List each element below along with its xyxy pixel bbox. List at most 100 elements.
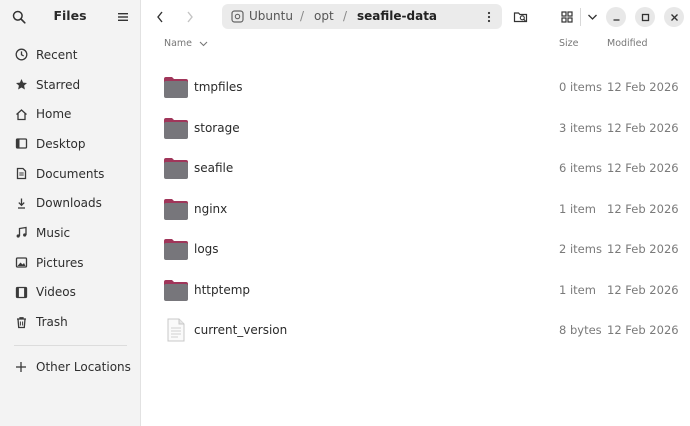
folder-icon	[164, 198, 188, 220]
desktop-icon	[14, 137, 28, 151]
file-modified: 12 Feb 2026	[607, 242, 679, 256]
file-name: current_version	[194, 323, 288, 337]
path-segment-ubuntu[interactable]: Ubuntu	[249, 9, 293, 23]
close-button[interactable]	[664, 7, 684, 27]
file-size: 8 bytes	[559, 323, 602, 337]
clock-icon	[14, 48, 28, 62]
file-size: 1 item	[559, 282, 596, 297]
text-file-icon	[167, 318, 185, 342]
file-size: 2 items	[559, 242, 602, 256]
star-icon	[14, 78, 28, 92]
grid-view-icon	[561, 11, 573, 23]
file-row[interactable]: storage 3 items 12 Feb 2026	[141, 108, 690, 148]
file-row[interactable]: httptemp 1 item 12 Feb 2026	[141, 270, 690, 310]
documents-icon	[14, 167, 28, 181]
sort-down-icon	[199, 41, 208, 46]
file-row[interactable]: tmpfiles 0 items 12 Feb 2026	[141, 67, 690, 107]
file-size: 1 item	[559, 201, 596, 216]
music-icon	[14, 226, 28, 240]
path-bar[interactable]: Ubuntu / opt / seafile-data	[222, 4, 502, 29]
path-segment-opt[interactable]: opt	[314, 9, 334, 23]
sidebar-item-recent[interactable]: Recent	[6, 40, 135, 70]
file-modified: 12 Feb 2026	[607, 282, 679, 297]
file-name: httptemp	[194, 282, 251, 297]
sidebar-item-label: Recent	[36, 47, 78, 62]
app-title: Files	[53, 8, 87, 23]
folder-icon	[164, 117, 188, 139]
path-separator: /	[343, 9, 348, 23]
folder-icon	[164, 239, 188, 260]
search-files-button[interactable]	[510, 6, 532, 28]
sidebar-item-other-locations[interactable]: Other Locations	[6, 352, 135, 382]
chevron-left-icon	[157, 11, 163, 23]
header-bar: Ubuntu / opt / seafile-data	[141, 0, 690, 34]
sidebar-item-music[interactable]: Music	[6, 218, 135, 248]
folder-search-icon	[513, 12, 528, 23]
sidebar-item-label: Pictures	[36, 255, 84, 270]
path-segment-current[interactable]: seafile-data	[357, 9, 437, 23]
view-options-button[interactable]	[581, 6, 603, 28]
sidebar-item-label: Documents	[36, 166, 105, 181]
file-modified: 12 Feb 2026	[607, 120, 679, 135]
sidebar-item-label: Other Locations	[36, 359, 131, 374]
sidebar-item-label: Home	[36, 107, 72, 122]
sidebar-item-trash[interactable]: Trash	[6, 307, 135, 337]
file-size: 6 items	[559, 161, 602, 175]
maximize-icon	[641, 13, 649, 21]
hamburger-icon	[118, 13, 128, 21]
file-row[interactable]: seafile 6 items 12 Feb 2026	[141, 148, 690, 188]
file-row[interactable]: logs 2 items 12 Feb 2026	[141, 229, 690, 269]
view-toggle-button[interactable]	[556, 6, 578, 28]
sidebar-divider	[14, 344, 127, 346]
forward-button[interactable]	[179, 6, 201, 28]
file-name: tmpfiles	[194, 80, 243, 94]
file-modified: 12 Feb 2026	[607, 323, 679, 337]
sidebar-item-starred[interactable]: Starred	[6, 70, 135, 100]
menu-button[interactable]	[114, 8, 132, 26]
file-name: seafile	[194, 161, 234, 175]
search-button[interactable]	[10, 8, 28, 26]
more-vertical-icon[interactable]	[484, 10, 494, 24]
folder-icon	[164, 279, 188, 301]
file-name: storage	[194, 120, 240, 135]
column-header-modified[interactable]: Modified	[607, 38, 648, 49]
sidebar: Files Recent Starred Home Desktop Docume…	[0, 0, 141, 426]
file-modified: 12 Feb 2026	[607, 201, 679, 216]
sidebar-item-label: Videos	[36, 285, 76, 300]
sidebar-item-downloads[interactable]: Downloads	[6, 188, 135, 218]
sidebar-item-label: Trash	[36, 315, 68, 330]
column-header-size[interactable]: Size	[559, 38, 579, 49]
chevron-down-icon	[587, 14, 597, 20]
pictures-icon	[14, 256, 28, 270]
sidebar-places: Recent Starred Home Desktop Documents Do…	[6, 40, 135, 382]
sidebar-item-documents[interactable]: Documents	[6, 159, 135, 189]
plus-icon	[14, 360, 28, 374]
maximize-button[interactable]	[635, 7, 655, 27]
sidebar-item-label: Music	[36, 225, 71, 240]
sidebar-item-desktop[interactable]: Desktop	[6, 129, 135, 159]
download-icon	[14, 196, 28, 210]
file-name: logs	[194, 242, 219, 256]
column-header-label: Name	[164, 38, 193, 49]
sidebar-item-pictures[interactable]: Pictures	[6, 248, 135, 278]
file-row[interactable]: nginx 1 item 12 Feb 2026	[141, 189, 690, 229]
file-name: nginx	[194, 201, 228, 216]
videos-icon	[14, 285, 28, 299]
file-modified: 12 Feb 2026	[607, 80, 679, 94]
minimize-button[interactable]	[606, 7, 626, 27]
sidebar-item-label: Downloads	[36, 196, 102, 211]
file-size: 0 items	[559, 80, 602, 94]
path-separator: /	[300, 9, 305, 23]
drive-icon	[231, 10, 244, 23]
sidebar-item-home[interactable]: Home	[6, 99, 135, 129]
folder-icon	[164, 158, 188, 179]
file-modified: 12 Feb 2026	[607, 161, 679, 175]
back-button[interactable]	[149, 6, 171, 28]
sidebar-item-label: Desktop	[36, 136, 86, 151]
folder-icon	[164, 77, 188, 98]
sidebar-item-videos[interactable]: Videos	[6, 278, 135, 308]
file-row[interactable]: current_version 8 bytes 12 Feb 2026	[141, 310, 690, 350]
column-header-name[interactable]: Name	[164, 38, 208, 49]
sidebar-header: Files	[0, 0, 141, 34]
file-size: 3 items	[559, 120, 602, 135]
